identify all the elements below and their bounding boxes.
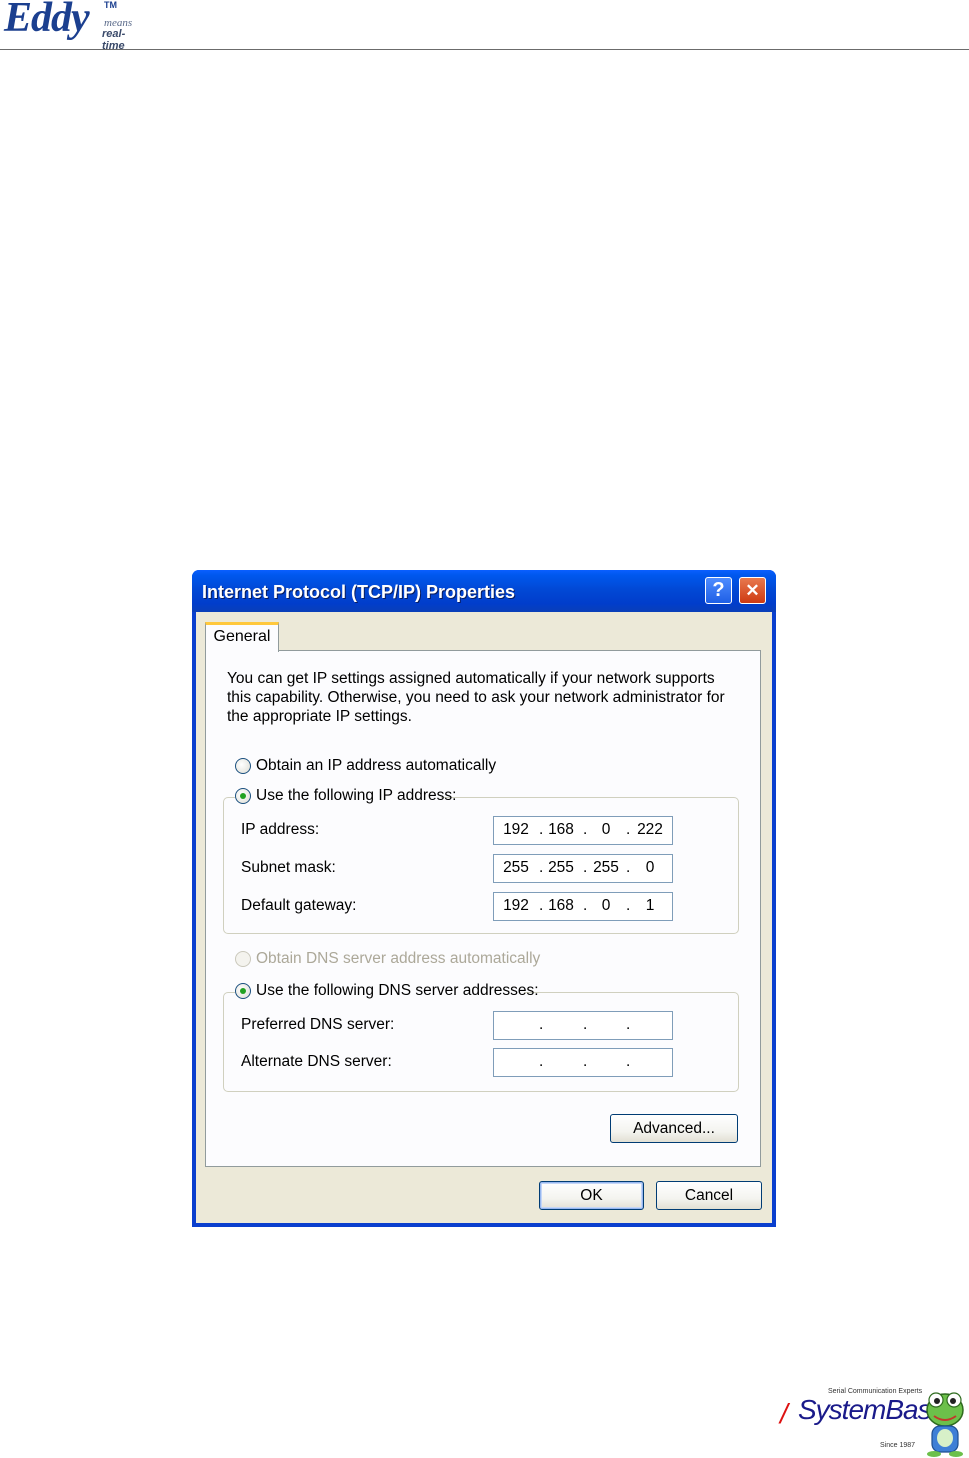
- radio-use-following-ip[interactable]: Use the following IP address:: [235, 787, 456, 805]
- octet: 0: [601, 897, 611, 914]
- octet-dot: .: [583, 897, 588, 914]
- close-icon: ✕: [745, 581, 760, 600]
- default-gateway-label: Default gateway:: [241, 897, 357, 914]
- dialog-client-area: General You can get IP settings assigned…: [196, 612, 772, 1223]
- logo-trademark: TM: [104, 0, 117, 10]
- octet-dot: .: [626, 897, 631, 914]
- advanced-button[interactable]: Advanced...: [610, 1114, 738, 1143]
- radio-button-selected[interactable]: [235, 788, 251, 804]
- logo-since: Since 1987: [880, 1442, 916, 1449]
- help-button[interactable]: ?: [705, 577, 732, 604]
- octet: 0: [645, 859, 655, 876]
- octet-dot: .: [539, 1053, 544, 1070]
- preferred-dns-input[interactable]: . . .: [493, 1011, 673, 1040]
- octet: 222: [637, 821, 663, 838]
- radio-label: Obtain an IP address automatically: [256, 757, 497, 774]
- octet-dot: .: [583, 1053, 588, 1070]
- description-line: You can get IP settings assigned automat…: [227, 670, 715, 687]
- subnet-mask-input[interactable]: 255 . 255 . 255 . 0: [493, 854, 673, 883]
- octet-dot: .: [539, 897, 544, 914]
- general-tab-panel: You can get IP settings assigned automat…: [205, 650, 761, 1167]
- ip-address-label: IP address:: [241, 821, 320, 838]
- preferred-dns-label: Preferred DNS server:: [241, 1016, 395, 1033]
- description-line: the appropriate IP settings.: [227, 708, 412, 725]
- octet: 168: [548, 821, 574, 838]
- ip-address-input[interactable]: 192 . 168 . 0 . 222: [493, 816, 673, 845]
- octet-dot: .: [626, 859, 631, 876]
- octet-dot: .: [626, 1016, 631, 1033]
- systembase-mark-icon: /: [780, 1398, 788, 1429]
- description-line: this capability. Otherwise, you need to …: [227, 689, 725, 706]
- octet-dot: .: [539, 821, 544, 838]
- title-bar[interactable]: Internet Protocol (TCP/IP) Properties ? …: [192, 570, 776, 612]
- radio-label: Use the following IP address:: [256, 787, 457, 804]
- octet: 255: [503, 859, 529, 876]
- logo-wordmark: Eddy: [4, 0, 90, 41]
- radio-use-following-dns[interactable]: Use the following DNS server addresses:: [235, 982, 539, 1000]
- octet-dot: .: [583, 1016, 588, 1033]
- radio-button-disabled[interactable]: [235, 951, 251, 967]
- octet-dot: .: [626, 821, 631, 838]
- octet: 1: [645, 897, 655, 914]
- ok-button[interactable]: OK: [539, 1181, 644, 1210]
- octet-dot: .: [626, 1053, 631, 1070]
- alternate-dns-label: Alternate DNS server:: [241, 1053, 392, 1070]
- octet-dot: .: [539, 859, 544, 876]
- tcpip-properties-dialog: Internet Protocol (TCP/IP) Properties ? …: [192, 570, 776, 1227]
- radio-button[interactable]: [235, 758, 251, 774]
- octet: 255: [548, 859, 574, 876]
- header-divider: [0, 49, 969, 50]
- default-gateway-input[interactable]: 192 . 168 . 0 . 1: [493, 892, 673, 921]
- octet-dot: .: [583, 859, 588, 876]
- systembase-logo: Serial Communication Experts / SystemBas…: [780, 1388, 969, 1458]
- help-icon: ?: [712, 579, 725, 601]
- radio-label: Use the following DNS server addresses:: [256, 982, 539, 999]
- octet: 168: [548, 897, 574, 914]
- octet-dot: .: [583, 821, 588, 838]
- tab-general[interactable]: General: [205, 622, 279, 652]
- alternate-dns-input[interactable]: . . .: [493, 1048, 673, 1077]
- cancel-button[interactable]: Cancel: [656, 1181, 762, 1210]
- description-text: You can get IP settings assigned automat…: [227, 669, 737, 726]
- dns-settings-group: [223, 992, 739, 1092]
- octet: 255: [593, 859, 619, 876]
- octet: 192: [503, 821, 529, 838]
- octet-dot: .: [539, 1016, 544, 1033]
- octet: 0: [601, 821, 611, 838]
- radio-label: Obtain DNS server address automatically: [256, 950, 541, 967]
- subnet-mask-label: Subnet mask:: [241, 859, 336, 876]
- dialog-title: Internet Protocol (TCP/IP) Properties: [202, 582, 516, 602]
- octet: 192: [503, 897, 529, 914]
- radio-button-selected[interactable]: [235, 983, 251, 999]
- frog-mascot-icon: [926, 1392, 964, 1457]
- close-button[interactable]: ✕: [739, 577, 766, 604]
